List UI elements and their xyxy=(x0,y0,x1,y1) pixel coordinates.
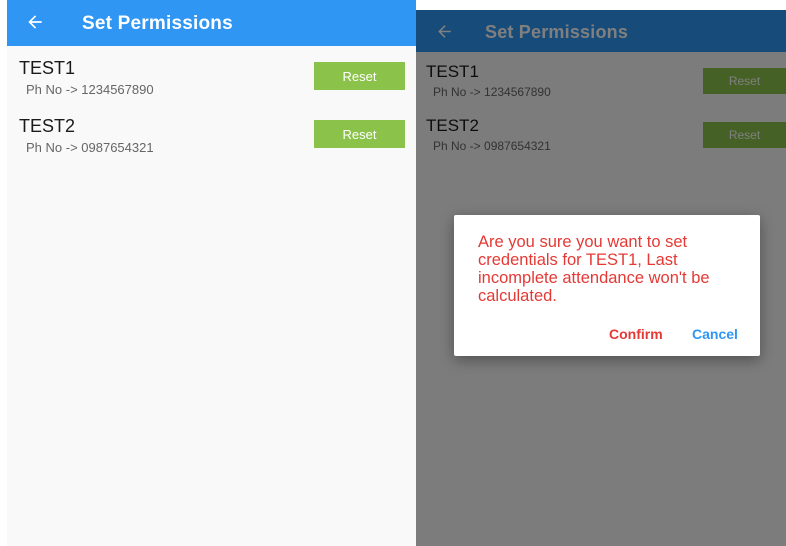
page-title: Set Permissions xyxy=(82,13,233,34)
set-permissions-screen-dialog-open: Set Permissions TEST1 Ph No -> 123456789… xyxy=(416,10,786,546)
user-name: TEST1 xyxy=(19,58,76,78)
user-phone: Ph No -> 0987654321 xyxy=(26,140,154,155)
set-permissions-screen: Set Permissions TEST1 Ph No -> 123456789… xyxy=(7,0,416,546)
confirm-dialog: Are you sure you want to set credentials… xyxy=(454,215,760,356)
reset-button[interactable]: Reset xyxy=(314,62,405,90)
user-row: TEST1 Ph No -> 1234567890 Reset xyxy=(7,58,416,114)
user-name: TEST2 xyxy=(19,116,76,136)
app-bar: Set Permissions xyxy=(7,0,416,46)
back-button[interactable] xyxy=(21,8,49,36)
user-row: TEST2 Ph No -> 0987654321 Reset xyxy=(7,116,416,172)
confirm-button[interactable]: Confirm xyxy=(609,326,663,342)
reset-button[interactable]: Reset xyxy=(314,120,405,148)
arrow-left-icon xyxy=(28,15,42,29)
dialog-message: Are you sure you want to set credentials… xyxy=(478,233,710,305)
screenshot-composite: Set Permissions TEST1 Ph No -> 123456789… xyxy=(0,0,786,546)
cancel-button[interactable]: Cancel xyxy=(692,326,738,342)
user-phone: Ph No -> 1234567890 xyxy=(26,82,154,97)
